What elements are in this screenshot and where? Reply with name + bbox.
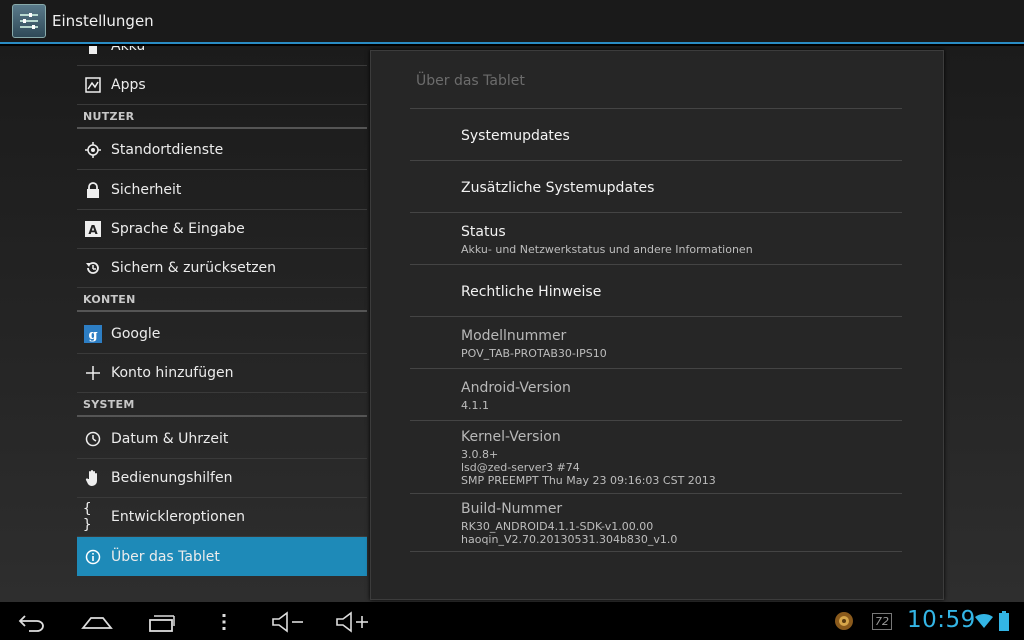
apps-icon [83,75,103,95]
battery-icon [83,46,103,56]
divider [410,493,902,494]
divider [410,551,902,552]
panel-title: Über das Tablet [416,73,525,89]
summary-line: haoqin_V2.70.20130531.304b830_v1.0 [461,533,678,546]
summary-line: lsd@zed-server3 #74 [461,461,580,474]
summary-line: 4.1.1 [461,399,489,412]
sidebar-item-label: Entwickleroptionen [111,509,246,525]
divider [410,108,902,109]
recents-icon[interactable] [145,610,177,634]
pref-title: Status [461,224,506,240]
pref-title: Kernel-Version [461,429,561,445]
google-icon: g [83,324,103,344]
sidebar-item-label: Konto hinzufügen [111,365,234,381]
pref-summary: 4.1.1 [461,399,902,412]
sidebar-item-about-tablet[interactable]: Über das Tablet [77,537,367,576]
settings-app-icon[interactable] [12,4,46,38]
sidebar-item-battery[interactable]: Akku [77,46,367,66]
pref-summary: 3.0.8+ lsd@zed-server3 #74 SMP PREEMPT T… [461,448,902,487]
sidebar-item-security[interactable]: Sicherheit [77,171,367,210]
pref-title: Rechtliche Hinweise [461,284,602,300]
pref-summary: POV_TAB-PROTAB30-IPS10 [461,347,902,360]
pref-title: Build-Nummer [461,501,563,517]
pref-title: Systemupdates [461,128,570,144]
wifi-icon [975,613,993,633]
section-header-nutzer: NUTZER [77,107,367,129]
divider [410,368,902,369]
battery-level-badge: 72 [872,613,892,630]
pref-kernel-version: Kernel-Version 3.0.8+ lsd@zed-server3 #7… [410,429,902,487]
pref-build-number: Build-Nummer RK30_ANDROID4.1.1-SDK-v1.00… [410,501,902,546]
sidebar-item-accessibility[interactable]: Bedienungshilfen [77,459,367,498]
pref-additional-updates[interactable]: Zusätzliche Systemupdates [410,180,902,196]
language-icon: A [83,219,103,239]
sidebar-item-label: Datum & Uhrzeit [111,431,229,447]
summary-line: Akku- und Netzwerkstatus und andere Info… [461,243,753,256]
info-icon [83,547,103,567]
section-header-konten: KONTEN [77,290,367,312]
sidebar-item-apps[interactable]: Apps [77,66,367,105]
divider [410,212,902,213]
plus-icon [83,363,103,383]
settings-list[interactable]: Akku Apps NUTZER Standortdienste Sicherh… [77,46,367,602]
sidebar-item-date-time[interactable]: Datum & Uhrzeit [77,420,367,459]
sidebar-item-google[interactable]: g Google [77,315,367,354]
system-bar: 72 10:59 [0,602,1024,640]
sidebar-item-label: Google [111,326,161,342]
divider [410,264,902,265]
battery-icon-status [999,611,1009,635]
sidebar-item-add-account[interactable]: Konto hinzufügen [77,354,367,393]
clock-icon [83,429,103,449]
divider [410,316,902,317]
pref-title: Modellnummer [461,328,567,344]
lock-icon [83,180,103,200]
summary-line: 3.0.8+ [461,448,499,461]
sidebar-item-label: Sichern & zurücksetzen [111,260,277,276]
pref-system-updates[interactable]: Systemupdates [410,128,902,144]
sidebar-item-label: Akku [111,46,146,54]
svg-text:A: A [88,223,98,237]
sidebar-item-developer[interactable]: { } Entwickleroptionen [77,498,367,537]
pref-title: Android-Version [461,380,571,396]
action-bar: Einstellungen [0,0,1024,44]
summary-line: POV_TAB-PROTAB30-IPS10 [461,347,607,360]
pref-summary: Akku- und Netzwerkstatus und andere Info… [461,243,902,256]
pref-summary: RK30_ANDROID4.1.1-SDK-v1.00.00 haoqin_V2… [461,520,902,546]
sidebar-item-location[interactable]: Standortdienste [77,131,367,170]
divider [410,160,902,161]
system-clock[interactable]: 10:59 [907,607,976,633]
action-bar-title: Einstellungen [52,12,154,30]
braces-icon: { } [83,501,92,533]
divider [410,420,902,421]
notification-app-icon[interactable] [834,611,854,635]
menu-icon[interactable] [216,610,232,634]
pref-android-version[interactable]: Android-Version 4.1.1 [410,380,902,412]
sidebar-item-label: Über das Tablet [111,548,220,565]
summary-line: RK30_ANDROID4.1.1-SDK-v1.00.00 [461,520,654,533]
sidebar-item-label: Standortdienste [111,142,224,158]
location-icon [83,140,103,160]
pref-status[interactable]: Status Akku- und Netzwerkstatus und ande… [410,224,902,256]
sidebar-item-label: Sprache & Eingabe [111,221,245,237]
section-header-system: SYSTEM [77,395,367,417]
hand-icon [83,468,103,488]
sidebar-item-language[interactable]: A Sprache & Eingabe [77,210,367,249]
home-icon[interactable] [80,610,114,634]
svg-text:g: g [88,328,97,343]
back-icon[interactable] [16,610,48,634]
sidebar-item-backup[interactable]: Sichern & zurücksetzen [77,249,367,288]
summary-line: SMP PREEMPT Thu May 23 09:16:03 CST 2013 [461,474,716,487]
sidebar-item-label: Bedienungshilfen [111,470,233,486]
backup-restore-icon [83,258,103,278]
volume-down-icon[interactable] [270,610,306,634]
pref-legal[interactable]: Rechtliche Hinweise [410,284,902,300]
volume-up-icon[interactable] [334,610,370,634]
sidebar-item-label: Apps [111,77,146,93]
about-tablet-panel: Über das Tablet Systemupdates Zusätzlich… [370,50,944,600]
pref-title: Zusätzliche Systemupdates [461,180,655,196]
settings-content: Akku Apps NUTZER Standortdienste Sicherh… [0,46,1024,602]
pref-model-number: Modellnummer POV_TAB-PROTAB30-IPS10 [410,328,902,360]
sidebar-item-label: Sicherheit [111,182,182,198]
